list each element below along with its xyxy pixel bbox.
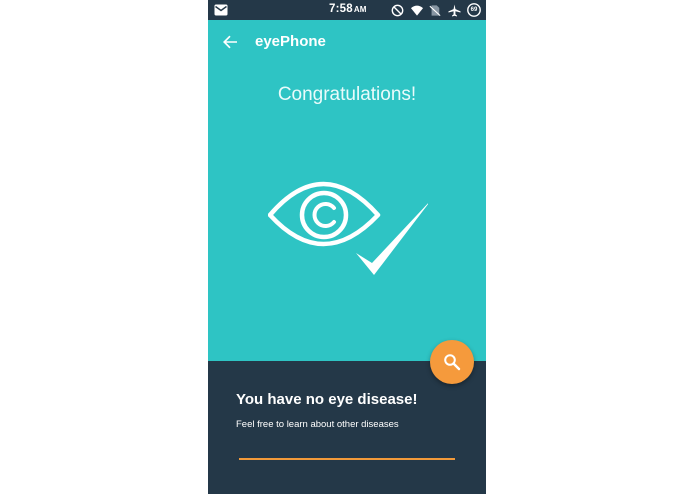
- eye-check-icon: [268, 181, 428, 275]
- mail-icon: [214, 4, 228, 16]
- congratulations-heading: Congratulations!: [277, 84, 417, 105]
- battery-level: 69: [470, 7, 478, 13]
- back-button[interactable]: [218, 30, 242, 54]
- status-icons: 69: [391, 3, 481, 17]
- search-icon: [444, 354, 461, 371]
- no-sim-icon: [429, 4, 442, 17]
- status-bar: 7:58AM 69: [208, 0, 486, 20]
- arrow-back-icon: [223, 35, 237, 49]
- app-title: eyePhone: [255, 33, 326, 50]
- app-bar: eyePhone: [208, 20, 486, 64]
- divider: [239, 458, 455, 460]
- battery-icon: 69: [467, 3, 481, 17]
- phone-screen: 7:58AM 69 eyePhone Congratulations! You …: [208, 0, 486, 494]
- search-fab-button[interactable]: [430, 340, 474, 384]
- do-not-disturb-icon: [391, 4, 404, 17]
- result-subtitle: Feel free to learn about other diseases: [236, 419, 399, 430]
- airplane-icon: [448, 3, 461, 17]
- wifi-icon: [410, 4, 424, 17]
- result-title: You have no eye disease!: [236, 391, 418, 408]
- status-time: 7:58AM: [329, 3, 367, 15]
